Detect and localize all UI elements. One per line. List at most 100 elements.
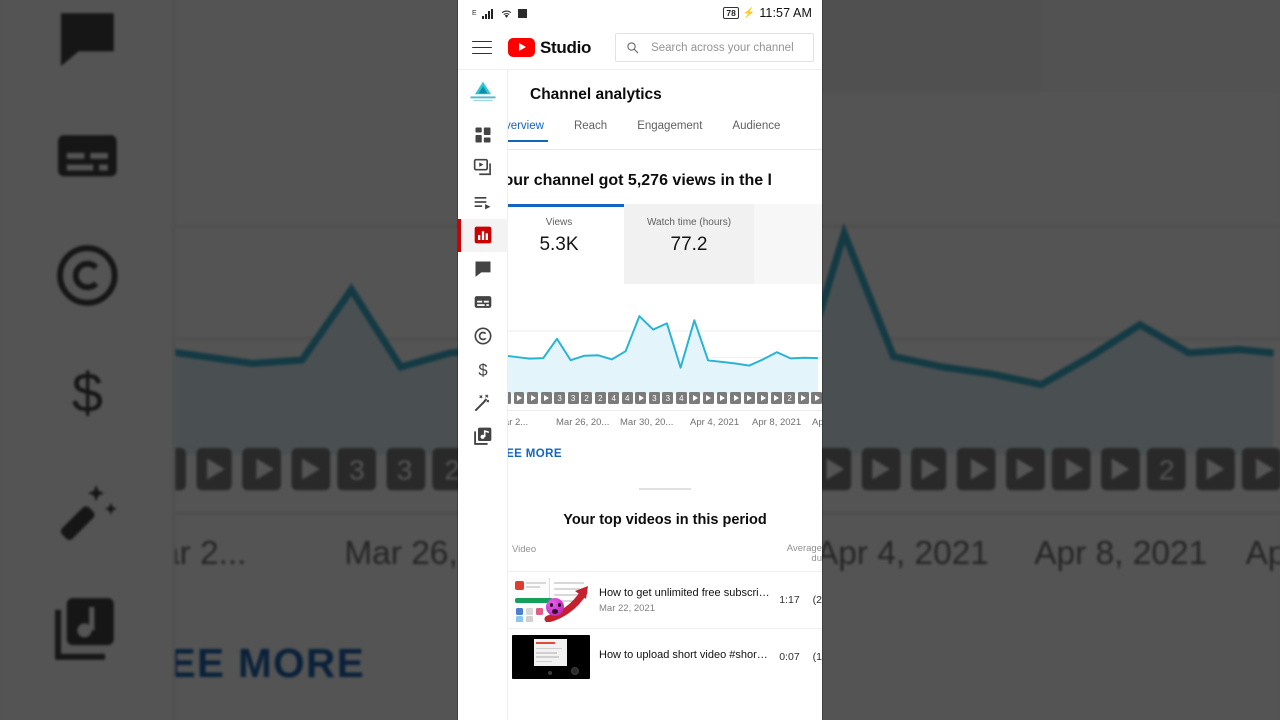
top-videos-title: Your top videos in this period bbox=[563, 511, 767, 528]
music-library-icon bbox=[473, 427, 491, 446]
video-percent: (2 bbox=[812, 594, 822, 607]
x-axis-tick-label: Apr 8, 2021 bbox=[752, 417, 802, 428]
metric-card-views[interactable]: Views 5.3K bbox=[508, 204, 624, 284]
views-chart: 23322443342 Mar 2...Mar 26, 20...Mar 30,… bbox=[508, 284, 822, 460]
video-count-marker[interactable]: 4 bbox=[675, 392, 687, 404]
brand-label: Studio bbox=[540, 37, 592, 57]
video-percent: (1 bbox=[812, 651, 822, 664]
phone-screenshot: E 78 ⚡ 11:57 AM Studio Search across you… bbox=[458, 0, 822, 720]
video-info: How to get unlimited free subscribe... M… bbox=[599, 587, 770, 614]
table-row[interactable]: How to upload short video #shorts ... 0:… bbox=[508, 628, 822, 685]
subtitles-icon bbox=[474, 296, 491, 309]
video-count-marker[interactable]: 3 bbox=[648, 392, 660, 404]
sidebar-item-copyright[interactable] bbox=[458, 319, 508, 353]
x-axis-tick-label: Apr 1 bbox=[812, 417, 822, 428]
sidebar-item-subtitles[interactable] bbox=[458, 286, 508, 320]
tab-reach[interactable]: Reach bbox=[572, 118, 609, 141]
tab-engagement[interactable]: Engagement bbox=[635, 118, 704, 141]
video-stack-icon bbox=[473, 159, 491, 176]
video-count-marker[interactable]: 2 bbox=[581, 392, 593, 404]
video-thumbnail bbox=[512, 578, 590, 623]
carrier-e-indicator: E bbox=[472, 9, 477, 17]
video-play-marker[interactable] bbox=[716, 392, 728, 404]
top-videos-table-header: Video Average du bbox=[508, 540, 822, 572]
see-more-link[interactable]: SEE MORE bbox=[508, 432, 822, 460]
sidebar-item-dashboard[interactable] bbox=[458, 118, 508, 152]
video-play-marker[interactable] bbox=[743, 392, 755, 404]
metric-card-watch-time[interactable]: Watch time (hours) 77.2 bbox=[624, 204, 754, 284]
status-bar-clock: 11:57 AM bbox=[759, 6, 812, 20]
analytics-pane: Channel analytics Overview Reach Engagem… bbox=[508, 70, 822, 720]
sidebar-item-audio-library[interactable] bbox=[458, 420, 508, 454]
video-count-marker[interactable]: 3 bbox=[662, 392, 674, 404]
video-play-marker[interactable] bbox=[702, 392, 714, 404]
sidebar-item-comments[interactable] bbox=[458, 252, 508, 286]
sidebar-item-analytics[interactable] bbox=[458, 218, 508, 252]
analytics-headline: Your channel got 5,276 views in the l bbox=[508, 172, 772, 189]
wifi-icon bbox=[501, 10, 511, 18]
video-count-marker[interactable]: 2 bbox=[594, 392, 606, 404]
sidebar-item-monetization[interactable]: $ bbox=[458, 353, 508, 387]
video-count-marker[interactable]: 4 bbox=[621, 392, 633, 404]
video-duration: 1:17 bbox=[779, 594, 800, 607]
video-count-marker[interactable]: 3 bbox=[554, 392, 566, 404]
charging-bolt-icon: ⚡ bbox=[742, 7, 756, 19]
dashboard-grid-icon bbox=[475, 127, 490, 143]
chart-plot-area bbox=[508, 315, 822, 394]
search-input[interactable]: Search across your channel bbox=[615, 33, 814, 62]
video-play-marker[interactable] bbox=[689, 392, 701, 404]
tab-overview[interactable]: Overview bbox=[508, 118, 548, 142]
x-axis-tick-label: Mar 30, 20... bbox=[620, 417, 674, 428]
video-count-marker[interactable]: 3 bbox=[567, 392, 579, 404]
video-count-marker[interactable]: 2 bbox=[508, 392, 511, 404]
analytics-tabs: Overview Reach Engagement Audience bbox=[508, 118, 822, 150]
video-play-marker[interactable] bbox=[635, 392, 647, 404]
video-play-marker[interactable] bbox=[730, 392, 741, 404]
video-play-marker[interactable] bbox=[540, 392, 552, 404]
sidebar-rail: $ bbox=[458, 70, 508, 720]
video-thumbnail bbox=[512, 635, 590, 680]
metric-value: 5.3K bbox=[539, 234, 579, 255]
video-date: Mar 22, 2021 bbox=[599, 602, 655, 614]
video-duration: 0:07 bbox=[779, 651, 800, 664]
metric-card-row: Views 5.3K Watch time (hours) 77.2 bbox=[508, 204, 822, 284]
x-axis-tick-label: Mar 26, 20... bbox=[556, 417, 610, 428]
battery-level-badge: 78 bbox=[723, 7, 739, 19]
video-publish-marker-row: 23322443342 bbox=[508, 392, 822, 404]
sidebar-item-content[interactable] bbox=[458, 152, 508, 186]
youtube-logo-icon bbox=[508, 38, 535, 57]
svg-text:$: $ bbox=[70, 363, 101, 425]
status-bar-left: E bbox=[472, 8, 527, 19]
sidebar-item-playlists[interactable] bbox=[458, 185, 508, 219]
metric-value: 77.2 bbox=[670, 234, 708, 255]
svg-text:$: $ bbox=[478, 361, 487, 380]
status-bar-right: 78 ⚡ 11:57 AM bbox=[723, 6, 812, 20]
video-play-marker[interactable] bbox=[797, 392, 809, 404]
tab-audience[interactable]: Audience bbox=[730, 118, 782, 141]
video-title: How to get unlimited free subscribe... bbox=[599, 586, 771, 599]
status-bar: E 78 ⚡ 11:57 AM bbox=[458, 0, 822, 26]
metric-label: Watch time (hours) bbox=[646, 217, 732, 228]
table-row[interactable]: How to get unlimited free subscribe... M… bbox=[508, 571, 822, 628]
video-play-marker[interactable] bbox=[527, 392, 538, 404]
hamburger-menu-icon[interactable] bbox=[472, 40, 492, 55]
signal-bars-icon bbox=[481, 8, 495, 19]
video-play-marker[interactable] bbox=[770, 392, 782, 404]
studio-brand[interactable]: Studio bbox=[508, 38, 591, 58]
video-count-marker[interactable]: 4 bbox=[608, 392, 620, 404]
body: $ Channel analytics Overview Reach Engag… bbox=[458, 70, 822, 720]
metric-card-partial[interactable] bbox=[754, 204, 822, 284]
search-icon bbox=[627, 42, 639, 54]
video-play-marker[interactable] bbox=[811, 392, 822, 404]
column-spacer bbox=[630, 544, 758, 566]
dollar-sign-icon: $ bbox=[478, 361, 487, 380]
magic-wand-icon bbox=[474, 394, 489, 411]
chart-x-axis: Mar 2... Mar 26, 20... Mar 30, 20... Apr 4,… bbox=[508, 410, 822, 432]
channel-avatar[interactable] bbox=[468, 78, 498, 106]
page-title: Channel analytics bbox=[530, 86, 662, 103]
video-play-marker[interactable] bbox=[757, 392, 769, 404]
video-play-marker[interactable] bbox=[513, 392, 525, 404]
video-count-marker[interactable]: 2 bbox=[784, 392, 796, 404]
analytics-bar-chart-icon bbox=[474, 226, 491, 244]
sidebar-item-customization[interactable] bbox=[458, 386, 508, 420]
